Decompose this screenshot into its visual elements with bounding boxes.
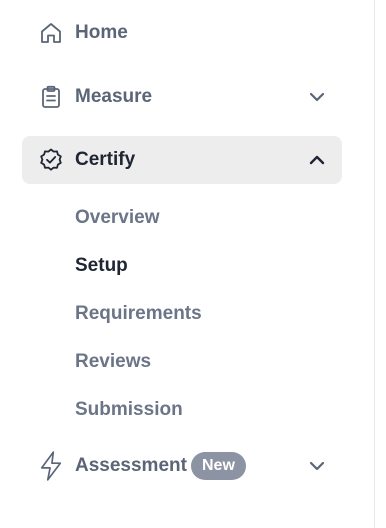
chevron-down-icon[interactable]: [306, 455, 328, 477]
sidebar-divider: [374, 0, 375, 528]
subnav-item-setup[interactable]: Setup: [75, 253, 128, 279]
nav-item-certify[interactable]: Certify: [22, 136, 342, 184]
nav-item-label: Measure: [75, 86, 153, 107]
nav-item-assessment[interactable]: Assessment New: [22, 442, 342, 490]
subnav-item-reviews[interactable]: Reviews: [75, 349, 151, 375]
nav-item-label: Assessment: [75, 455, 187, 476]
sidebar-nav: Home Measure Certify Overview Setup Requ…: [0, 0, 374, 528]
chevron-down-icon[interactable]: [306, 86, 328, 108]
lightning-icon: [38, 451, 64, 481]
nav-item-measure[interactable]: Measure: [22, 73, 342, 121]
nav-item-label: Certify: [75, 149, 136, 170]
subnav-item-overview[interactable]: Overview: [75, 205, 160, 231]
chevron-up-icon[interactable]: [306, 149, 328, 171]
clipboard-icon: [38, 84, 64, 110]
subnav-item-requirements[interactable]: Requirements: [75, 301, 202, 327]
subnav-item-submission[interactable]: Submission: [75, 397, 183, 423]
new-badge: New: [191, 452, 246, 480]
badge-check-icon: [38, 147, 64, 173]
nav-item-home[interactable]: Home: [22, 9, 342, 57]
nav-item-label: Home: [75, 22, 128, 43]
home-icon: [38, 20, 64, 46]
